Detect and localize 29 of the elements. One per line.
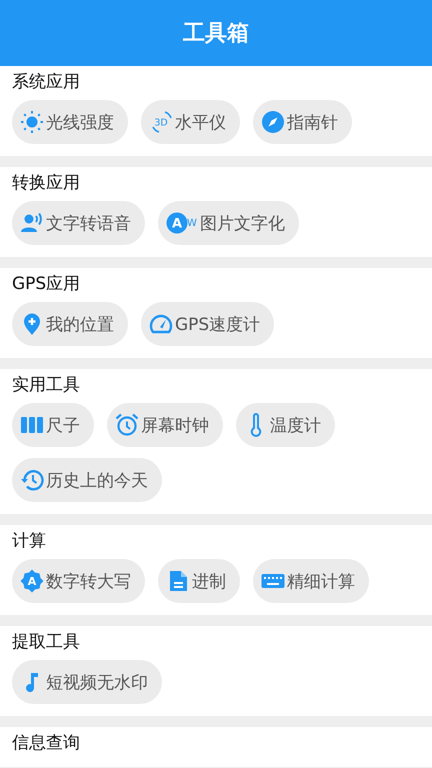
letter-badge-icon: A bbox=[20, 569, 44, 593]
tool-button[interactable]: 屏幕时钟 bbox=[107, 403, 223, 447]
section-title: 提取工具 bbox=[12, 631, 80, 654]
section-title: 转换应用 bbox=[12, 172, 80, 195]
tool-button[interactable]: 温度计 bbox=[236, 403, 335, 447]
tool-button[interactable]: A 数字转大写 bbox=[12, 559, 145, 603]
section-title: GPS应用 bbox=[12, 273, 80, 296]
sun-icon bbox=[20, 110, 44, 134]
alarm-clock-icon bbox=[115, 413, 139, 437]
tool-button[interactable]: 尺子 bbox=[12, 403, 94, 447]
tool-button[interactable]: 精细计算 bbox=[253, 559, 369, 603]
tool-button[interactable]: 文字转语音 bbox=[12, 201, 145, 245]
tool-button[interactable]: 进制 bbox=[158, 559, 240, 603]
section-title: 信息查询 bbox=[12, 732, 80, 755]
compass-icon bbox=[261, 110, 285, 134]
tool-button[interactable]: GPS速度计 bbox=[141, 302, 274, 346]
tool-button[interactable]: 光线强度 bbox=[12, 100, 128, 144]
speaking-person-icon bbox=[20, 211, 44, 235]
tool-button[interactable]: 3D 水平仪 bbox=[141, 100, 240, 144]
history-icon bbox=[20, 468, 44, 492]
speedometer-icon bbox=[149, 312, 173, 336]
section-title: 实用工具 bbox=[12, 374, 80, 397]
tool-button[interactable]: 指南针 bbox=[253, 100, 352, 144]
tool-button[interactable]: 我的位置 bbox=[12, 302, 128, 346]
tool-button[interactable]: 短视频无水印 bbox=[12, 660, 162, 704]
section-title: 计算 bbox=[12, 530, 46, 553]
section-title: 系统应用 bbox=[12, 71, 80, 94]
page-title: 工具箱 bbox=[183, 20, 249, 48]
tool-button[interactable]: 历史上的今天 bbox=[12, 458, 162, 502]
